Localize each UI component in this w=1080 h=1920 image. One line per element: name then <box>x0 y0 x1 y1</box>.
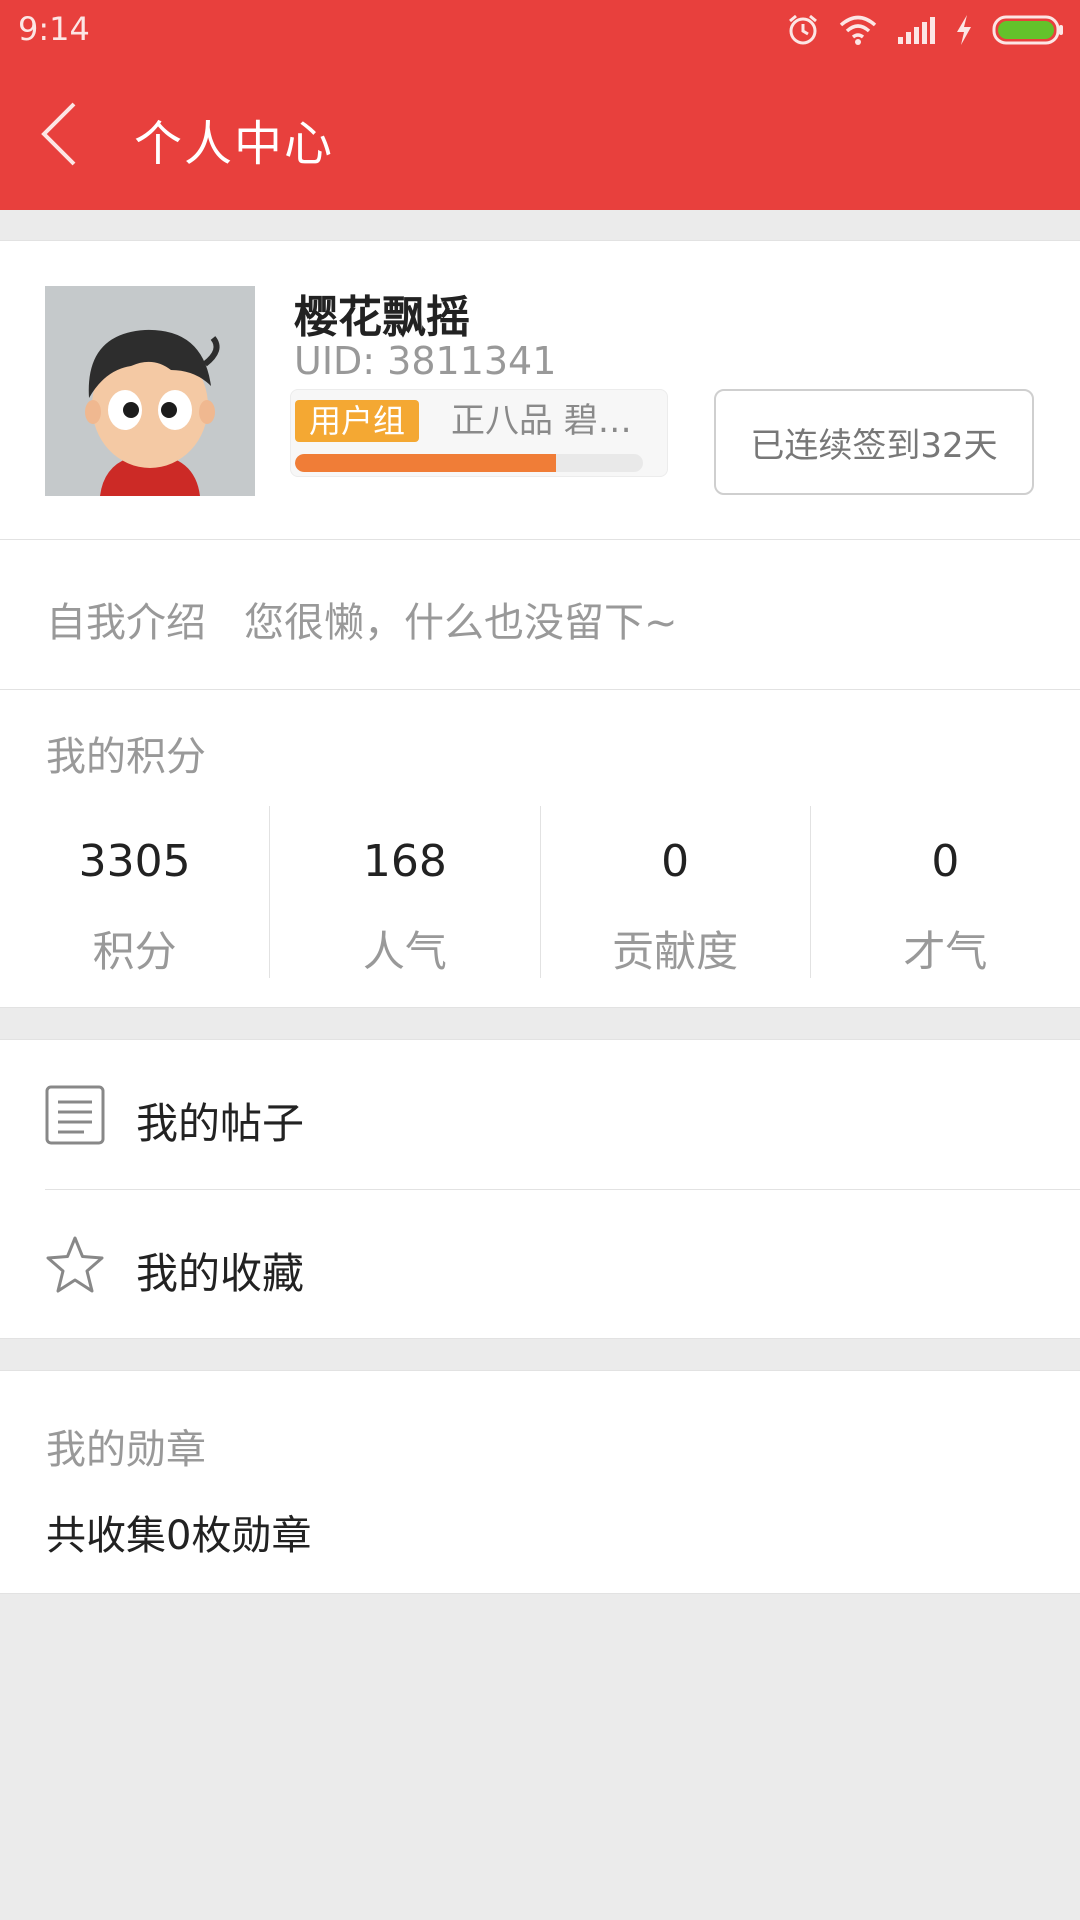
status-time: 9:14 <box>18 10 90 48</box>
point-label: 人气 <box>362 927 447 976</box>
avatar-image <box>45 286 255 496</box>
medals-title: 我的勋章 <box>46 1427 206 1473</box>
alarm-icon <box>789 14 817 45</box>
status-icons <box>786 12 1064 48</box>
point-value: 0 <box>661 836 690 887</box>
points-grid: 3305 积分 168 人气 0 贡献度 0 才气 <box>0 806 1080 978</box>
user-uid: UID: 3811341 <box>294 339 557 383</box>
star-icon <box>46 1236 104 1293</box>
medals-count: 共收集0枚勋章 <box>46 1513 312 1559</box>
point-item-score[interactable]: 3305 积分 <box>0 806 271 978</box>
back-button[interactable] <box>30 94 100 174</box>
menu-item-my-posts[interactable]: 我的帖子 <box>0 1040 1080 1190</box>
wifi-icon <box>839 15 877 45</box>
point-value: 0 <box>931 836 960 887</box>
user-group-rank: 正八品 碧… <box>451 401 632 441</box>
page-title: 个人中心 <box>134 116 335 172</box>
point-item-popularity[interactable]: 168 人气 <box>270 806 541 978</box>
level-progress-bar <box>295 454 643 472</box>
points-title: 我的积分 <box>46 734 206 780</box>
username: 樱花飘摇 <box>294 292 470 343</box>
point-value: 3305 <box>78 836 191 887</box>
point-label: 贡献度 <box>612 927 739 976</box>
points-section: 我的积分 3305 积分 168 人气 0 贡献度 0 才气 <box>0 690 1080 1008</box>
point-item-contribution[interactable]: 0 贡献度 <box>541 806 811 978</box>
status-bar: 9:14 <box>0 0 1080 60</box>
document-icon <box>45 1085 105 1145</box>
self-intro-label: 自我介绍 <box>46 600 206 646</box>
signal-icon <box>898 17 935 44</box>
back-chevron-icon <box>41 102 76 166</box>
point-label: 积分 <box>92 927 177 976</box>
app-bar: 个人中心 <box>0 60 1080 210</box>
point-value: 168 <box>362 836 447 887</box>
point-item-talent[interactable]: 0 才气 <box>811 806 1080 978</box>
point-label: 才气 <box>903 927 988 976</box>
user-group-badge: 用户组 <box>295 400 420 442</box>
menu-item-label: 我的帖子 <box>136 1099 305 1148</box>
self-intro-text: 您很懒，什么也没留下~ <box>244 600 678 646</box>
battery-icon <box>992 15 1063 45</box>
self-intro-row[interactable]: 自我介绍 您很懒，什么也没留下~ <box>0 540 1080 690</box>
charging-icon <box>957 15 971 45</box>
menu-item-my-favorites[interactable]: 我的收藏 <box>0 1190 1080 1340</box>
user-group-panel[interactable]: 用户组 正八品 碧… <box>290 389 668 477</box>
medals-section[interactable]: 我的勋章 共收集0枚勋章 <box>0 1370 1080 1594</box>
profile-card: 樱花飘摇 UID: 3811341 用户组 正八品 碧… 已连续签到32天 <box>0 240 1080 540</box>
level-progress-fill <box>295 454 556 472</box>
checkin-button[interactable]: 已连续签到32天 <box>714 389 1034 495</box>
menu-list: 我的帖子 我的收藏 <box>0 1039 1080 1339</box>
menu-item-label: 我的收藏 <box>136 1249 305 1298</box>
avatar[interactable] <box>45 286 255 496</box>
